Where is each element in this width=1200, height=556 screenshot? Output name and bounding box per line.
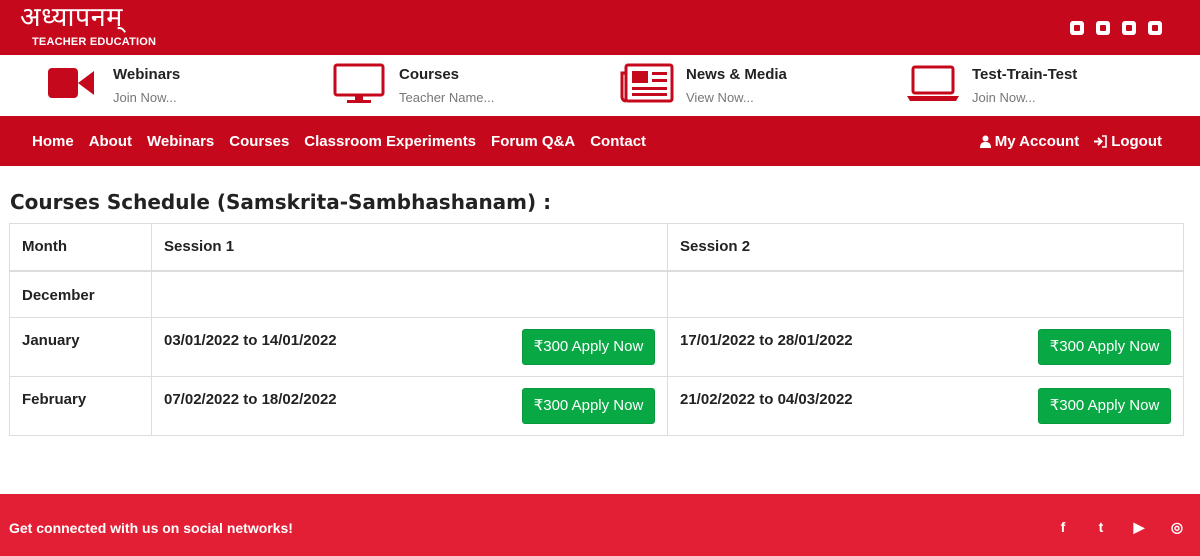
sign-in-icon [1094, 134, 1107, 148]
facebook-icon[interactable]: f [1056, 520, 1070, 534]
footer: Get connected with us on social networks… [0, 494, 1200, 556]
session-dates: 03/01/2022 to 14/01/2022 [164, 332, 337, 349]
schedule-table: Month Session 1 Session 2 December Janua… [9, 223, 1184, 436]
header-session-1: Session 1 [151, 223, 668, 272]
quick-link-title: News & Media [686, 66, 787, 83]
nav-about[interactable]: About [89, 133, 132, 150]
header-month: Month [9, 223, 152, 272]
logo-subtitle: TEACHER EDUCATION [32, 36, 157, 48]
monitor-icon [333, 63, 385, 103]
top-brand-bar: अध्यापनम् TEACHER EDUCATION [0, 0, 1200, 55]
session-1-cell [151, 270, 668, 318]
month-cell: February [9, 376, 152, 436]
quick-link-news-media[interactable]: News & Media View Now... [620, 55, 870, 116]
logout-label: Logout [1111, 132, 1162, 150]
twitter-icon[interactable] [1096, 21, 1110, 35]
quick-link-courses[interactable]: Courses Teacher Name... [333, 55, 583, 116]
table-row: February 07/02/2022 to 18/02/2022 ₹300 A… [9, 376, 1184, 436]
youtube-icon[interactable]: ▶ [1132, 520, 1146, 534]
nav-links: Home About Webinars Courses Classroom Ex… [32, 116, 646, 166]
apply-now-button[interactable]: ₹300 Apply Now [522, 388, 655, 424]
quick-link-subtitle: View Now... [686, 90, 754, 105]
my-account-label: My Account [994, 132, 1080, 150]
quick-link-title: Courses [399, 66, 460, 83]
session-dates: 17/01/2022 to 28/01/2022 [680, 332, 853, 349]
header-session-2: Session 2 [667, 223, 1184, 272]
my-account-link[interactable]: My Account [979, 132, 1080, 150]
video-camera-icon [48, 68, 94, 98]
footer-social-links: f t ▶ ◎ [1056, 520, 1184, 534]
page-title: Courses Schedule (Samskrita-Sambhashanam… [10, 190, 552, 214]
session-2-cell: 21/02/2022 to 04/03/2022 ₹300 Apply Now [667, 376, 1184, 436]
facebook-icon[interactable] [1070, 21, 1084, 35]
nav-classroom-experiments[interactable]: Classroom Experiments [304, 133, 476, 150]
table-row: December [9, 270, 1184, 318]
user-icon [979, 135, 991, 148]
apply-now-button[interactable]: ₹300 Apply Now [1038, 329, 1171, 365]
session-2-cell: 17/01/2022 to 28/01/2022 ₹300 Apply Now [667, 317, 1184, 377]
quick-link-title: Test-Train-Test [972, 66, 1078, 83]
session-1-cell: 07/02/2022 to 18/02/2022 ₹300 Apply Now [151, 376, 668, 436]
session-dates: 07/02/2022 to 18/02/2022 [164, 391, 337, 408]
apply-now-button[interactable]: ₹300 Apply Now [1038, 388, 1171, 424]
youtube-icon[interactable] [1148, 21, 1162, 35]
laptop-icon [907, 65, 959, 101]
instagram-icon[interactable] [1122, 21, 1136, 35]
site-logo[interactable]: अध्यापनम् TEACHER EDUCATION [20, 2, 157, 49]
logout-link[interactable]: Logout [1093, 133, 1162, 150]
nav-home[interactable]: Home [32, 133, 74, 150]
logo-text: अध्यापनम् [20, 2, 123, 33]
session-1-cell: 03/01/2022 to 14/01/2022 ₹300 Apply Now [151, 317, 668, 377]
apply-now-button[interactable]: ₹300 Apply Now [522, 329, 655, 365]
nav-forum-qa[interactable]: Forum Q&A [491, 133, 575, 150]
table-row: January 03/01/2022 to 14/01/2022 ₹300 Ap… [9, 317, 1184, 377]
nav-courses[interactable]: Courses [229, 133, 289, 150]
instagram-icon[interactable]: ◎ [1170, 520, 1184, 534]
nav-contact[interactable]: Contact [590, 133, 646, 150]
newspaper-icon [620, 63, 674, 103]
quick-links-strip: Webinars Join Now... Courses Teacher Nam… [0, 55, 1200, 116]
main-nav: Home About Webinars Courses Classroom Ex… [0, 116, 1200, 166]
session-dates: 21/02/2022 to 04/03/2022 [680, 391, 853, 408]
footer-social-text: Get connected with us on social networks… [9, 520, 293, 536]
nav-webinars[interactable]: Webinars [147, 133, 214, 150]
quick-link-subtitle: Teacher Name... [399, 90, 495, 105]
top-social-links [1070, 21, 1162, 35]
table-header-row: Month Session 1 Session 2 [9, 223, 1184, 272]
quick-link-test-train-test[interactable]: Test-Train-Test Join Now... [906, 55, 1156, 116]
quick-link-subtitle: Join Now... [972, 90, 1036, 105]
month-cell: December [9, 270, 152, 318]
quick-link-subtitle: Join Now... [113, 90, 177, 105]
quick-link-title: Webinars [113, 66, 181, 83]
session-2-cell [667, 270, 1184, 318]
nav-account-links: My Account Logout [979, 116, 1162, 166]
twitter-icon[interactable]: t [1094, 520, 1108, 534]
month-cell: January [9, 317, 152, 377]
quick-link-webinars[interactable]: Webinars Join Now... [47, 55, 297, 116]
